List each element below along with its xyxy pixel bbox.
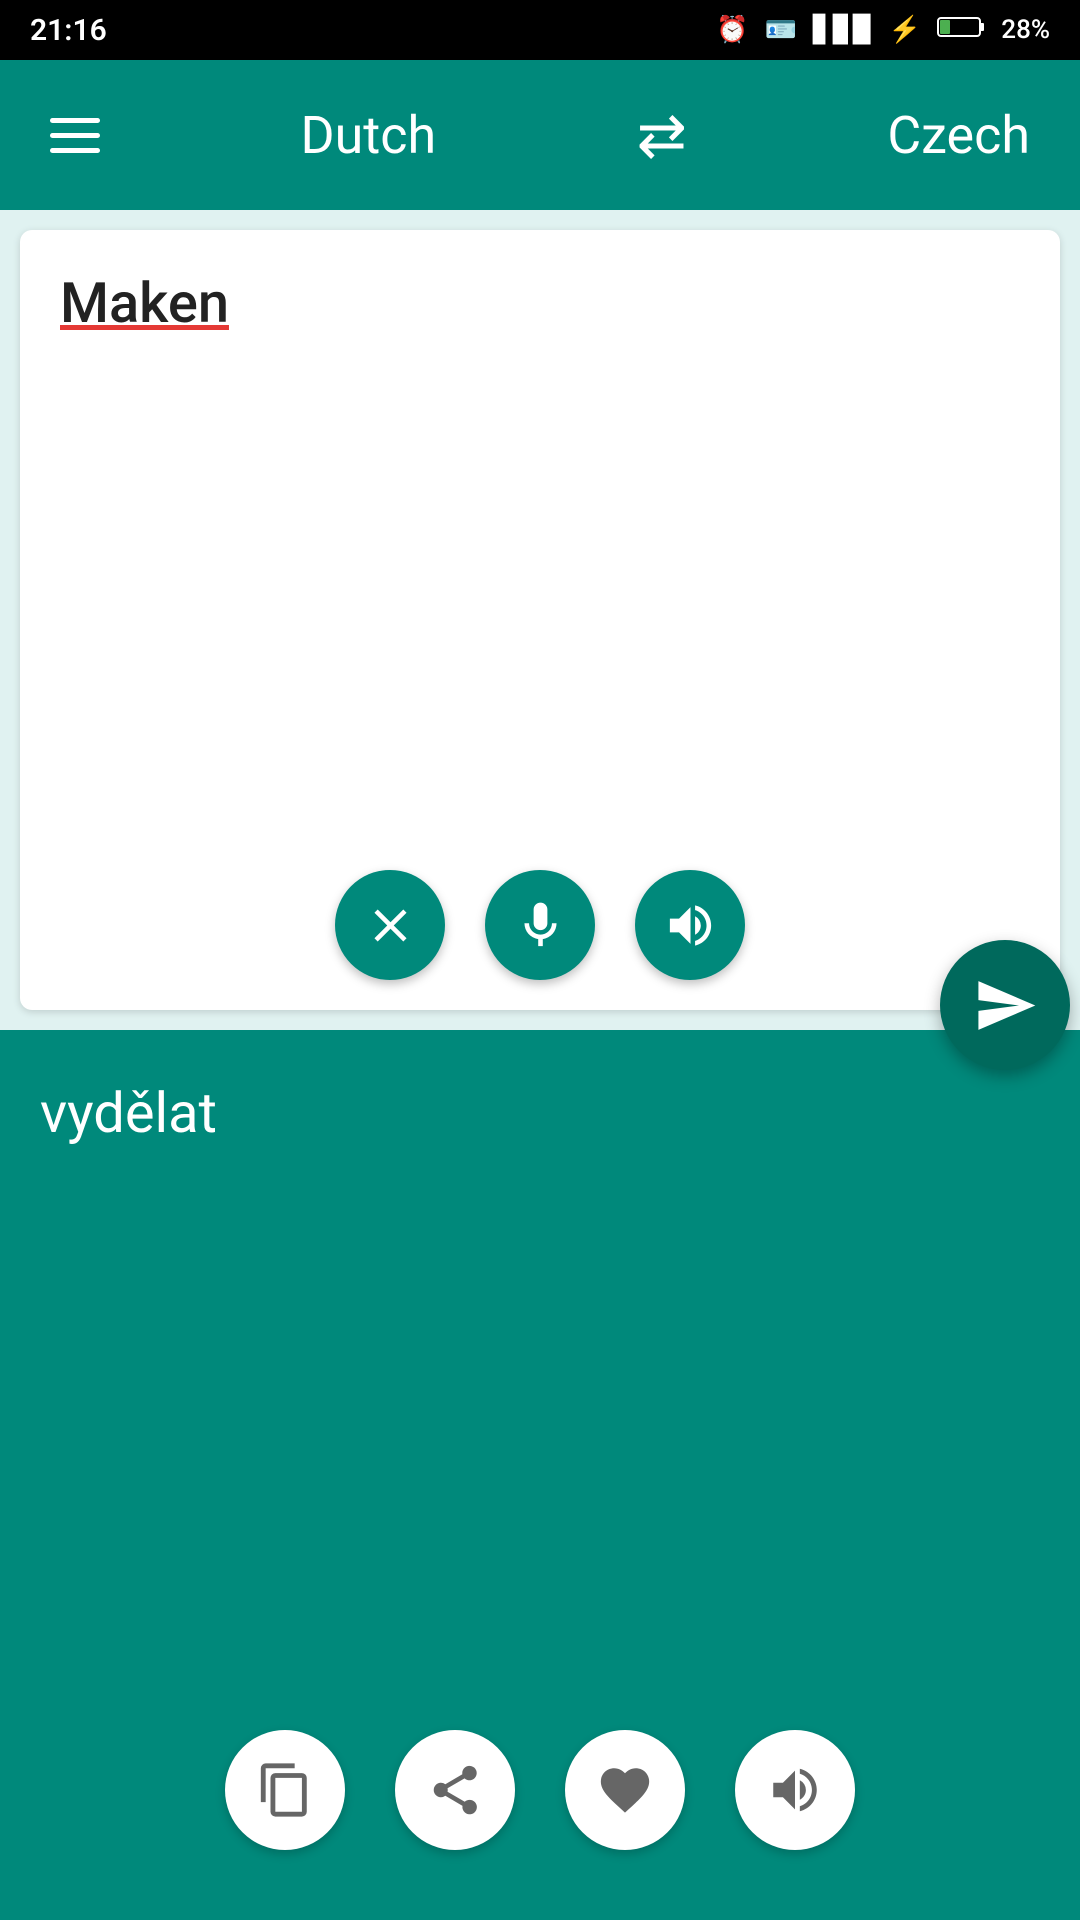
send-button[interactable] — [940, 940, 1070, 1070]
menu-button[interactable] — [50, 118, 100, 153]
copy-icon — [256, 1761, 314, 1819]
sim-icon: 🪪 — [765, 15, 797, 45]
hamburger-line — [50, 148, 100, 153]
translated-text: vydělat — [40, 1080, 1040, 1700]
microphone-icon — [513, 898, 568, 953]
heart-icon — [596, 1761, 654, 1819]
source-text-input[interactable]: Maken — [60, 270, 1020, 850]
share-icon — [426, 1761, 484, 1819]
favorite-button[interactable] — [565, 1730, 685, 1850]
clear-button[interactable] — [335, 870, 445, 980]
target-language[interactable]: Czech — [887, 105, 1030, 166]
source-language[interactable]: Dutch — [300, 105, 436, 166]
speak-translation-button[interactable] — [735, 1730, 855, 1850]
copy-button[interactable] — [225, 1730, 345, 1850]
swap-languages-button[interactable]: ⇄ — [637, 100, 687, 171]
close-icon — [363, 898, 418, 953]
volume-translation-icon — [766, 1761, 824, 1819]
output-section: vydělat — [0, 1030, 1080, 1920]
output-controls — [40, 1700, 1040, 1880]
send-icon — [973, 973, 1038, 1038]
alarm-icon: ⏰ — [716, 15, 748, 45]
status-bar: 21:16 ⏰ 🪪 ▋▊▉ ⚡ 28% — [0, 0, 1080, 60]
input-section: Maken — [20, 230, 1060, 1010]
speak-source-button[interactable] — [635, 870, 745, 980]
time: 21:16 — [30, 13, 107, 48]
hamburger-line — [50, 133, 100, 138]
hamburger-line — [50, 118, 100, 123]
microphone-button[interactable] — [485, 870, 595, 980]
signal-icon: ▋▊▉ — [813, 15, 873, 45]
header: Dutch ⇄ Czech — [0, 60, 1080, 210]
status-icons: ⏰ 🪪 ▋▊▉ ⚡ 28% — [716, 15, 1050, 46]
volume-icon — [663, 898, 718, 953]
input-controls — [60, 850, 1020, 980]
main-content: Maken — [0, 210, 1080, 1920]
battery-icon — [937, 15, 985, 46]
battery-percent: 28% — [1001, 15, 1050, 45]
share-button[interactable] — [395, 1730, 515, 1850]
charging-icon: ⚡ — [889, 15, 921, 45]
